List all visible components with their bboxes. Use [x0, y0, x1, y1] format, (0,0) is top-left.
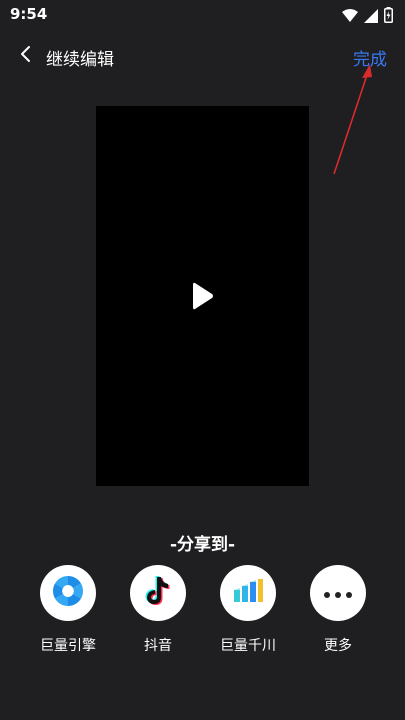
signal-icon [364, 8, 378, 27]
share-circle [220, 565, 276, 621]
page-title: 继续编辑 [46, 50, 114, 70]
share-label: 抖音 [144, 638, 172, 654]
share-label: 更多 [324, 638, 352, 654]
chevron-left-icon [20, 45, 32, 67]
share-item-juliang-qianchuan[interactable]: 巨量千川 [208, 565, 288, 655]
juliang-engine-icon [51, 574, 85, 612]
status-bar: 9:54 [0, 0, 405, 30]
done-button[interactable]: 完成 [353, 45, 387, 70]
juliang-qianchuan-icon [231, 576, 265, 610]
share-circle [310, 565, 366, 621]
douyin-icon [143, 575, 173, 611]
battery-icon [384, 7, 393, 27]
share-circle [40, 565, 96, 621]
share-row: 巨量引擎 抖音 巨量千川 更多 [0, 565, 405, 665]
wifi-icon [342, 8, 358, 27]
share-circle [130, 565, 186, 621]
play-icon[interactable] [191, 281, 221, 311]
status-time: 9:54 [10, 5, 48, 23]
video-preview[interactable] [96, 106, 309, 486]
more-dots-icon [323, 584, 353, 603]
share-item-juliang-engine[interactable]: 巨量引擎 [28, 565, 108, 655]
share-title: -分享到- [169, 535, 236, 555]
share-label: 巨量引擎 [40, 638, 96, 654]
status-icons [342, 7, 393, 27]
top-bar: 继续编辑 完成 [0, 38, 405, 74]
share-item-douyin[interactable]: 抖音 [118, 565, 198, 655]
share-label: 巨量千川 [220, 638, 276, 654]
share-item-more[interactable]: 更多 [298, 565, 378, 655]
back-button[interactable] [14, 42, 38, 70]
